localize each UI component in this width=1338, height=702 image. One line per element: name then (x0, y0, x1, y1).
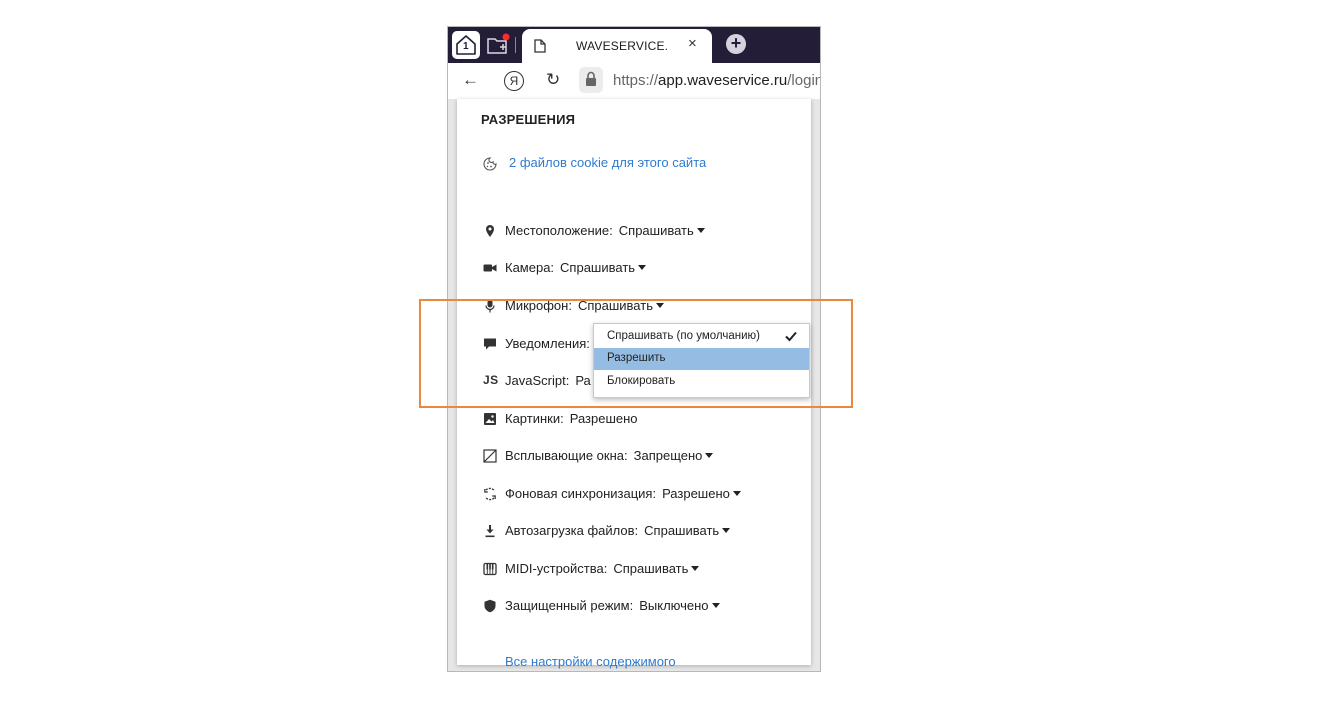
new-tab-button[interactable]: + (726, 34, 746, 54)
perm-value[interactable]: Запрещено (634, 448, 703, 463)
perm-value[interactable]: Спрашивать (560, 260, 635, 275)
close-icon[interactable]: × (688, 35, 697, 52)
midi-icon (483, 562, 497, 576)
perm-label: MIDI-устройства: (505, 561, 608, 576)
image-icon (484, 413, 496, 425)
caret-down-icon[interactable] (732, 491, 741, 496)
shield-icon (484, 599, 496, 613)
camera-icon (483, 264, 497, 272)
folder-add-icon[interactable] (486, 33, 510, 57)
caret-down-icon[interactable] (638, 265, 647, 270)
location-pin-icon (486, 225, 494, 237)
highlight-frame (419, 299, 853, 408)
cookie-icon (483, 157, 497, 171)
page-icon (534, 39, 546, 53)
cookie-link[interactable]: 2 файлов cookie для этого сайта (509, 155, 706, 170)
home-tab-icon[interactable]: 1 (452, 31, 480, 59)
tab-separator (515, 37, 516, 53)
url-path: /login (787, 72, 821, 89)
tab-strip: 1 WAVESERVICE. × + (448, 27, 820, 63)
yandex-icon[interactable]: Я (504, 71, 524, 91)
url-host: app.waveservice.ru (658, 72, 788, 89)
tab-waveservice[interactable]: WAVESERVICE. × (522, 29, 712, 63)
perm-label: Фоновая синхронизация: (505, 486, 657, 501)
perm-value[interactable]: Спрашивать (619, 223, 694, 238)
back-icon[interactable]: ← (462, 70, 479, 90)
caret-down-icon[interactable] (722, 528, 731, 533)
perm-value[interactable]: Спрашивать (613, 561, 688, 576)
sync-icon (484, 487, 496, 501)
lock-icon[interactable] (579, 67, 603, 93)
url-scheme: https:// (613, 72, 659, 89)
caret-down-icon[interactable] (711, 603, 720, 608)
download-icon (485, 525, 495, 538)
url-field[interactable]: https://app.waveservice.ru/login (613, 72, 821, 89)
perm-value[interactable]: Разрешено (570, 411, 638, 426)
all-content-settings-link[interactable]: Все настройки содержимого (505, 654, 676, 669)
perm-value[interactable]: Выключено (639, 598, 708, 613)
perm-label: Автозагрузка файлов: (505, 523, 639, 538)
caret-down-icon[interactable] (705, 453, 714, 458)
perm-label: Всплывающие окна: (505, 448, 628, 463)
panel-title: РАЗРЕШЕНИЯ (481, 112, 576, 127)
address-toolbar: ← Я ↻ https://app.waveservice.ru/login (448, 63, 820, 99)
perm-label: Камера: (505, 260, 555, 275)
reload-icon[interactable]: ↻ (546, 70, 560, 90)
tab-title: WAVESERVICE. (576, 39, 669, 53)
caret-down-icon[interactable] (696, 228, 705, 233)
perm-label: Защищенный режим: (505, 598, 634, 613)
home-badge: 1 (463, 41, 469, 52)
perm-label: Картинки: (505, 411, 564, 426)
perm-label: Местоположение: (505, 223, 613, 238)
caret-down-icon[interactable] (691, 566, 700, 571)
perm-value[interactable]: Спрашивать (644, 523, 719, 538)
perm-value[interactable]: Разрешено (662, 486, 730, 501)
popup-icon (483, 449, 497, 463)
